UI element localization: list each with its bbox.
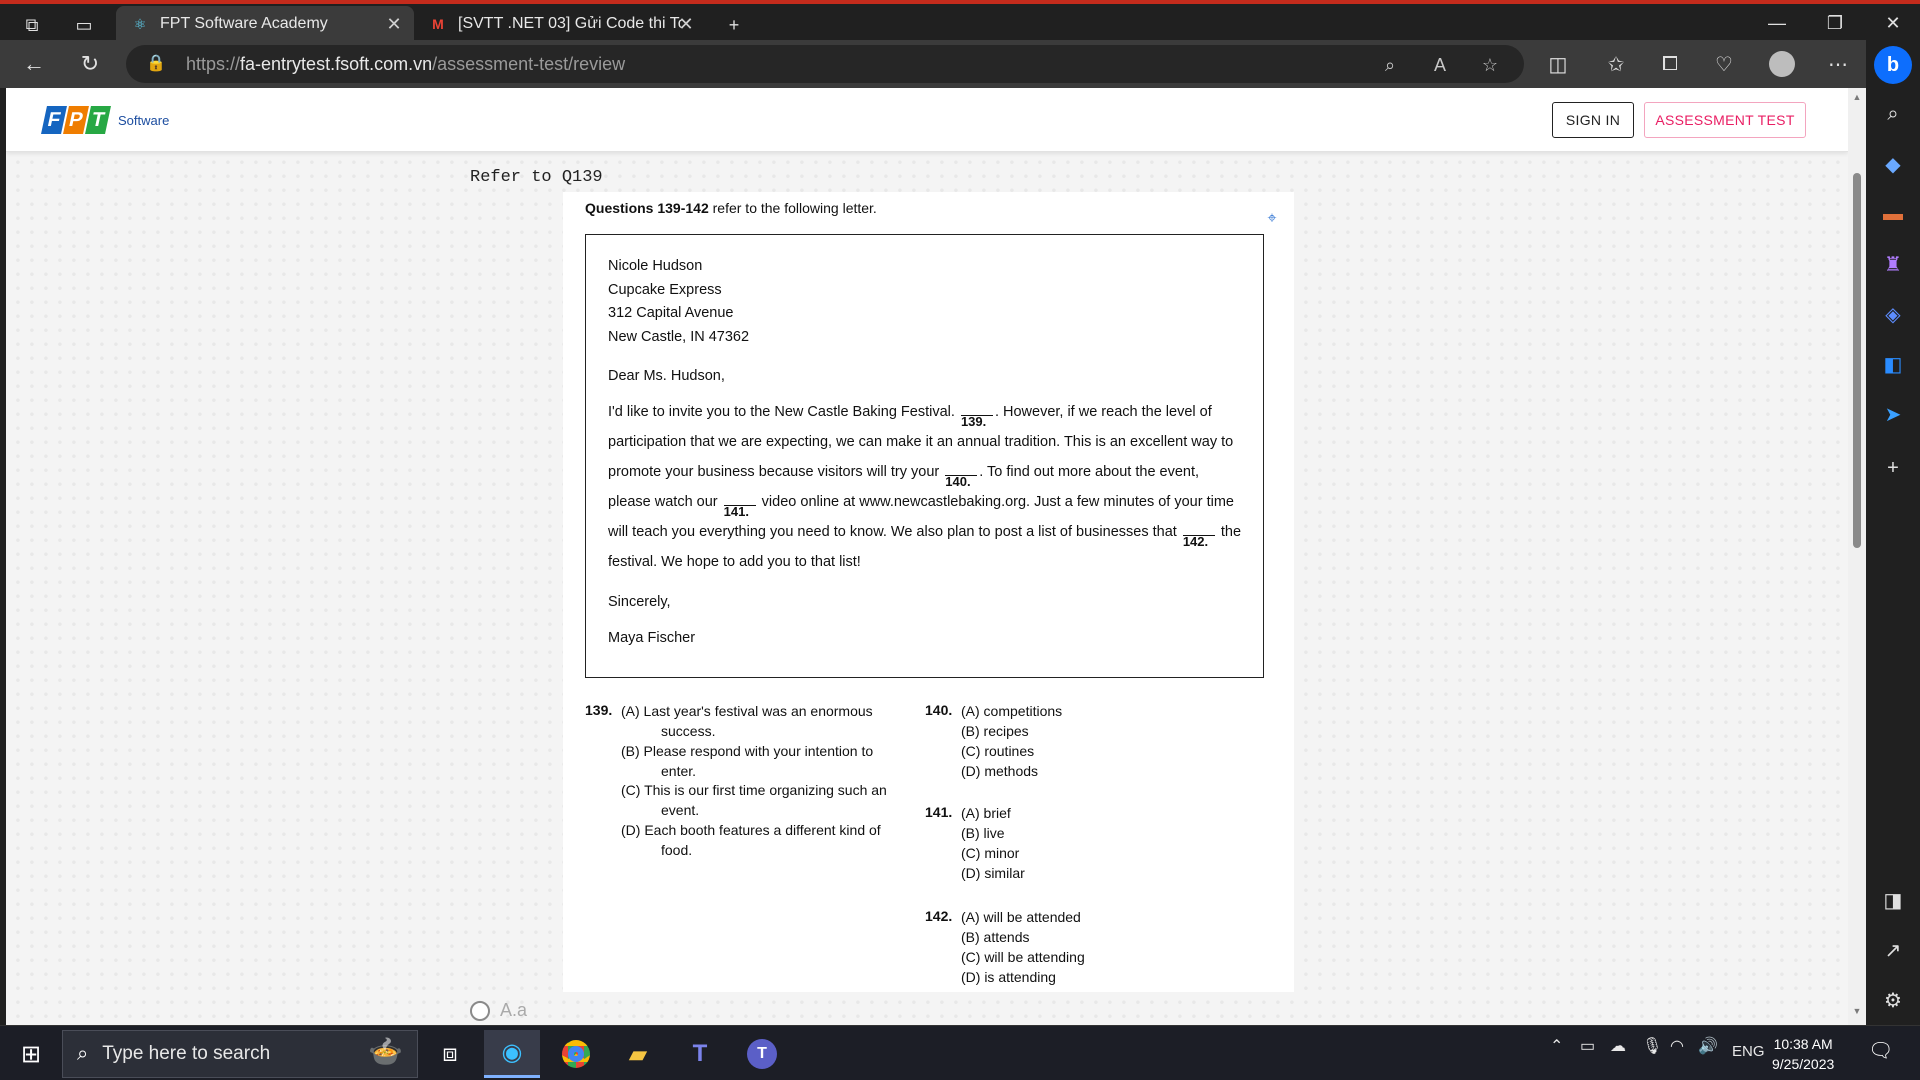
- fpt-logo-mark: F P T: [41, 106, 111, 134]
- tab-title: FPT Software Academy: [160, 15, 328, 32]
- games-icon[interactable]: ♜: [1877, 248, 1909, 280]
- system-clock[interactable]: 10:38 AM 9/25/2023: [1772, 1034, 1834, 1074]
- visual-search-icon[interactable]: ⌖: [1261, 208, 1283, 230]
- page-scrollbar[interactable]: ▲ ▼: [1848, 88, 1866, 1025]
- file-explorer-icon[interactable]: ▰: [610, 1030, 666, 1078]
- tab-title: [SVTT .NET 03] Gửi Code thi Toeic: [458, 15, 683, 32]
- blank-142: 142.: [1182, 524, 1215, 548]
- letter-body: I'd like to invite you to the New Castle…: [608, 404, 1242, 570]
- tools-icon[interactable]: ▬: [1877, 198, 1909, 230]
- letter-address: Nicole Hudson Cupcake Express 312 Capita…: [608, 258, 750, 345]
- microsoft-365-icon[interactable]: ◈: [1877, 298, 1909, 330]
- search-highlight-icon: 🍲: [368, 1036, 403, 1067]
- letter-closing: Sincerely,: [608, 594, 671, 610]
- answer-label: A.a: [500, 1000, 528, 1020]
- close-tab-icon[interactable]: ✕: [384, 14, 404, 34]
- onedrive-icon[interactable]: ☁: [1610, 1036, 1626, 1056]
- workspaces-icon[interactable]: ⧉: [14, 10, 50, 40]
- edge-sidebar: b ⌕ ◆ ▬ ♜ ◈ ◧ ➤ + ◨ ↗ ⚙: [1866, 40, 1920, 1025]
- logo-subtitle: Software: [118, 112, 170, 128]
- windows-start-icon[interactable]: ⊞: [10, 1034, 52, 1074]
- read-aloud-icon[interactable]: A: [1428, 53, 1452, 77]
- letter-passage: Nicole Hudson Cupcake Express 312 Capita…: [585, 234, 1264, 678]
- scroll-up-icon[interactable]: ▲: [1852, 92, 1862, 102]
- gmail-icon: M: [432, 16, 444, 32]
- sidebar-settings-icon[interactable]: ⚙: [1877, 984, 1909, 1016]
- answer-radio[interactable]: [470, 1000, 490, 1021]
- volume-icon[interactable]: 🔊: [1698, 1036, 1718, 1056]
- site-header: F P T Software SIGN IN ASSESSMENT TEST: [6, 88, 1848, 152]
- passage-heading: Questions 139-142 refer to the following…: [585, 200, 877, 216]
- close-window-icon[interactable]: ✕: [1864, 4, 1920, 42]
- teams-app-icon[interactable]: T: [672, 1030, 728, 1078]
- browser-essentials-icon[interactable]: ♡: [1706, 48, 1742, 80]
- collections-icon[interactable]: ⧠: [1652, 48, 1688, 80]
- taskbar-search[interactable]: ⌕ Type here to search 🍲: [62, 1030, 418, 1078]
- wifi-icon[interactable]: ◠: [1670, 1036, 1684, 1056]
- new-tab-icon[interactable]: +: [716, 10, 752, 40]
- drop-icon[interactable]: ➤: [1877, 398, 1909, 430]
- fpt-logo[interactable]: F P T Software: [41, 102, 170, 138]
- close-tab-icon[interactable]: ✕: [676, 14, 696, 34]
- sign-in-button[interactable]: SIGN IN: [1552, 102, 1634, 138]
- tab-actions-icon[interactable]: ▭: [66, 10, 102, 40]
- tab-fpt-academy[interactable]: ⚛ FPT Software Academy ✕: [116, 6, 414, 42]
- restore-icon[interactable]: ❐: [1806, 4, 1864, 42]
- add-sidebar-app-icon[interactable]: +: [1877, 452, 1909, 484]
- profile-avatar-icon[interactable]: [1764, 48, 1800, 80]
- scroll-thumb[interactable]: [1853, 173, 1861, 548]
- scroll-down-icon[interactable]: ▼: [1852, 1006, 1862, 1016]
- question-image: Questions 139-142 refer to the following…: [563, 192, 1294, 992]
- outlook-icon[interactable]: ◧: [1877, 348, 1909, 380]
- microphone-icon[interactable]: 🎙: [1642, 1036, 1662, 1056]
- blank-141: 141.: [723, 494, 756, 518]
- bing-chat-icon[interactable]: b: [1874, 46, 1912, 84]
- back-icon[interactable]: ←: [16, 48, 52, 80]
- language-indicator[interactable]: ENG: [1732, 1043, 1765, 1060]
- open-external-icon[interactable]: ↗: [1877, 934, 1909, 966]
- tab-gmail[interactable]: M [SVTT .NET 03] Gửi Code thi Toeic ✕: [414, 6, 706, 42]
- lock-icon[interactable]: 🔒: [146, 53, 166, 73]
- favorite-star-icon[interactable]: ☆: [1478, 53, 1502, 77]
- task-view-icon[interactable]: ⧈: [422, 1030, 478, 1078]
- zoom-icon[interactable]: ⌕: [1378, 53, 1402, 77]
- teams-classic-icon[interactable]: T: [734, 1030, 790, 1078]
- page-viewport: F P T Software SIGN IN ASSESSMENT TEST R…: [6, 88, 1848, 1025]
- browser-title-bar: ⧉ ▭ ⚛ FPT Software Academy ✕ M [SVTT .NE…: [0, 0, 1920, 42]
- address-bar[interactable]: 🔒 https://fa-entrytest.fsoft.com.vn/asse…: [126, 45, 1524, 83]
- minimize-icon[interactable]: —: [1748, 4, 1806, 42]
- assessment-test-button[interactable]: ASSESSMENT TEST: [1644, 102, 1806, 138]
- refresh-icon[interactable]: ↻: [72, 48, 108, 80]
- edge-app-icon[interactable]: ◉: [484, 1030, 540, 1078]
- windows-taskbar: ⊞ ⌕ Type here to search 🍲 ⧈ ◉ ▰ T T ⌃ ▭ …: [0, 1025, 1920, 1080]
- browser-toolbar: ← ↻ 🔒 https://fa-entrytest.fsoft.com.vn/…: [0, 40, 1920, 88]
- letter-greeting: Dear Ms. Hudson,: [608, 368, 725, 384]
- blank-139: 139.: [960, 404, 993, 428]
- fpt-academy-icon: ⚛: [133, 15, 147, 32]
- shopping-tag-icon[interactable]: ◆: [1877, 148, 1909, 180]
- search-placeholder: Type here to search: [102, 1043, 271, 1064]
- blank-140: 140.: [945, 464, 978, 488]
- battery-icon[interactable]: ▭: [1580, 1036, 1595, 1056]
- notifications-icon[interactable]: 🗨: [1868, 1038, 1893, 1063]
- show-hidden-icons[interactable]: ⌃: [1550, 1036, 1563, 1056]
- more-options-icon[interactable]: ⋯: [1820, 48, 1856, 80]
- search-icon[interactable]: ⌕: [1877, 98, 1909, 130]
- url-text[interactable]: https://fa-entrytest.fsoft.com.vn/assess…: [186, 54, 625, 75]
- chrome-app-icon[interactable]: [548, 1030, 604, 1078]
- split-screen-icon[interactable]: ◫: [1540, 48, 1576, 80]
- letter-signature: Maya Fischer: [608, 630, 696, 646]
- search-icon: ⌕: [77, 1042, 89, 1065]
- answer-option-a[interactable]: A.a: [470, 1000, 527, 1021]
- favorites-icon[interactable]: ✩: [1598, 48, 1634, 80]
- refer-label: Refer to Q139: [470, 168, 603, 187]
- hide-sidebar-icon[interactable]: ◨: [1877, 884, 1909, 916]
